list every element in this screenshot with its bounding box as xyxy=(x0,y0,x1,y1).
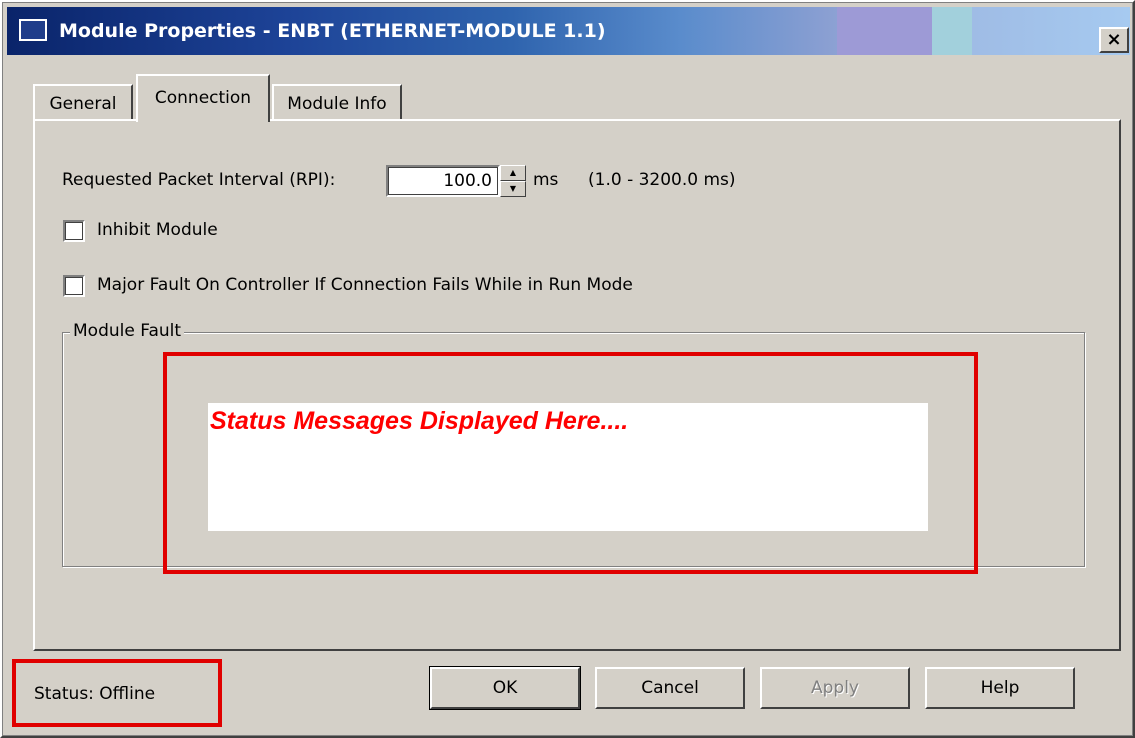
cancel-button[interactable]: Cancel xyxy=(595,667,745,709)
close-button[interactable]: × xyxy=(1099,27,1129,53)
apply-button[interactable]: Apply xyxy=(760,667,910,709)
window-title: Module Properties - ENBT (ETHERNET-MODUL… xyxy=(59,20,606,42)
title-bar[interactable]: Module Properties - ENBT (ETHERNET-MODUL… xyxy=(7,7,1130,55)
title-bar-accent-2 xyxy=(932,7,972,55)
help-button[interactable]: Help xyxy=(925,667,1075,709)
window-icon xyxy=(19,19,47,41)
ok-button[interactable]: OK xyxy=(429,666,581,710)
tab-general[interactable]: General xyxy=(33,84,133,120)
title-bar-accent xyxy=(837,7,932,55)
connection-tab-panel xyxy=(33,119,1121,651)
status-highlight-frame xyxy=(12,659,222,727)
tab-module-info[interactable]: Module Info xyxy=(272,84,402,120)
tab-connection[interactable]: Connection xyxy=(136,74,270,122)
